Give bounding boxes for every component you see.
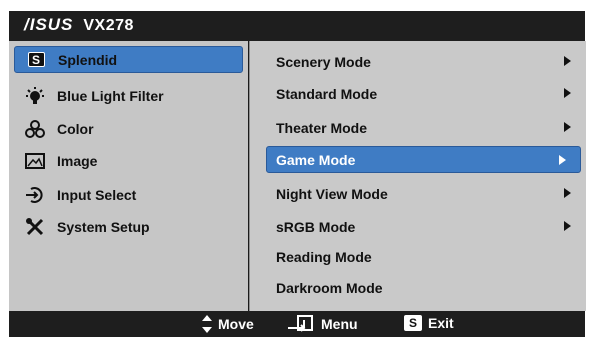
menu-item-system-setup[interactable]: System Setup xyxy=(14,213,243,240)
submenu-item-label: Game Mode xyxy=(276,151,356,168)
footer-bar: Move Menu S Exit xyxy=(9,311,585,337)
menu-item-blue-light-filter[interactable]: Blue Light Filter xyxy=(14,82,243,109)
arrow-right-icon xyxy=(564,188,571,198)
menu-item-input-select[interactable]: Input Select xyxy=(14,181,243,208)
move-hint: Move xyxy=(202,315,254,333)
submenu-item-theater-mode[interactable]: Theater Mode xyxy=(267,114,585,141)
arrow-right-icon xyxy=(564,221,571,231)
osd-menu: /ISUS VX278 S Splendid Blue Light Filter… xyxy=(9,11,586,337)
menu-item-color[interactable]: Color xyxy=(14,115,243,142)
menu-label: Menu xyxy=(321,316,358,332)
submenu-item-srgb-mode[interactable]: sRGB Mode xyxy=(267,213,585,240)
asus-logo: /ISUS xyxy=(24,15,74,34)
submenu-item-standard-mode[interactable]: Standard Mode xyxy=(267,80,585,107)
submenu-item-label: Night View Mode xyxy=(276,185,388,202)
move-label: Move xyxy=(218,316,254,332)
menu-hint: Menu xyxy=(287,315,358,333)
exit-label: Exit xyxy=(428,315,454,331)
main-menu: S Splendid Blue Light Filter Color Image xyxy=(9,41,248,311)
submenu-item-night-view-mode[interactable]: Night View Mode xyxy=(267,180,585,207)
submenu-item-label: Theater Mode xyxy=(276,119,368,136)
arrow-right-icon xyxy=(559,155,566,165)
submenu-item-label: Standard Mode xyxy=(276,85,378,102)
menu-item-label: Splendid xyxy=(58,51,118,68)
arrow-right-icon xyxy=(564,122,571,132)
enter-icon xyxy=(288,315,313,332)
menu-item-label: Image xyxy=(57,152,98,169)
arrow-right-icon xyxy=(564,56,571,66)
up-down-arrow-icon xyxy=(202,315,212,333)
menu-item-image[interactable]: Image xyxy=(14,147,243,174)
submenu-item-label: sRGB Mode xyxy=(276,218,356,235)
submenu-item-game-mode[interactable]: Game Mode xyxy=(266,146,581,173)
menu-item-label: Blue Light Filter xyxy=(57,87,164,104)
submenu-item-darkroom-mode[interactable]: Darkroom Mode xyxy=(267,274,585,301)
submenu-item-scenery-mode[interactable]: Scenery Mode xyxy=(267,48,585,75)
exit-hint: S Exit xyxy=(404,315,454,331)
submenu-item-label: Reading Mode xyxy=(276,248,372,265)
arrow-right-icon xyxy=(564,88,571,98)
brand-title: /ISUS VX278 xyxy=(24,15,134,35)
light-bulb-icon xyxy=(23,86,47,105)
submenu-item-label: Scenery Mode xyxy=(276,53,371,70)
exit-s-icon: S xyxy=(404,315,422,331)
title-bar: /ISUS VX278 xyxy=(9,11,585,41)
submenu-item-label: Darkroom Mode xyxy=(276,279,383,296)
image-icon xyxy=(23,152,47,170)
menu-item-label: System Setup xyxy=(57,218,150,235)
color-circles-icon xyxy=(23,119,47,138)
tools-icon xyxy=(23,217,47,236)
splendid-s-icon: S xyxy=(24,51,48,69)
submenu-item-reading-mode[interactable]: Reading Mode xyxy=(267,243,585,270)
menu-item-label: Input Select xyxy=(57,186,137,203)
model-name: VX278 xyxy=(83,17,134,34)
submenu-panel: Scenery Mode Standard Mode Theater Mode … xyxy=(249,41,586,311)
menu-item-splendid[interactable]: S Splendid xyxy=(14,46,243,73)
menu-item-label: Color xyxy=(57,120,94,137)
input-select-icon xyxy=(23,186,47,204)
